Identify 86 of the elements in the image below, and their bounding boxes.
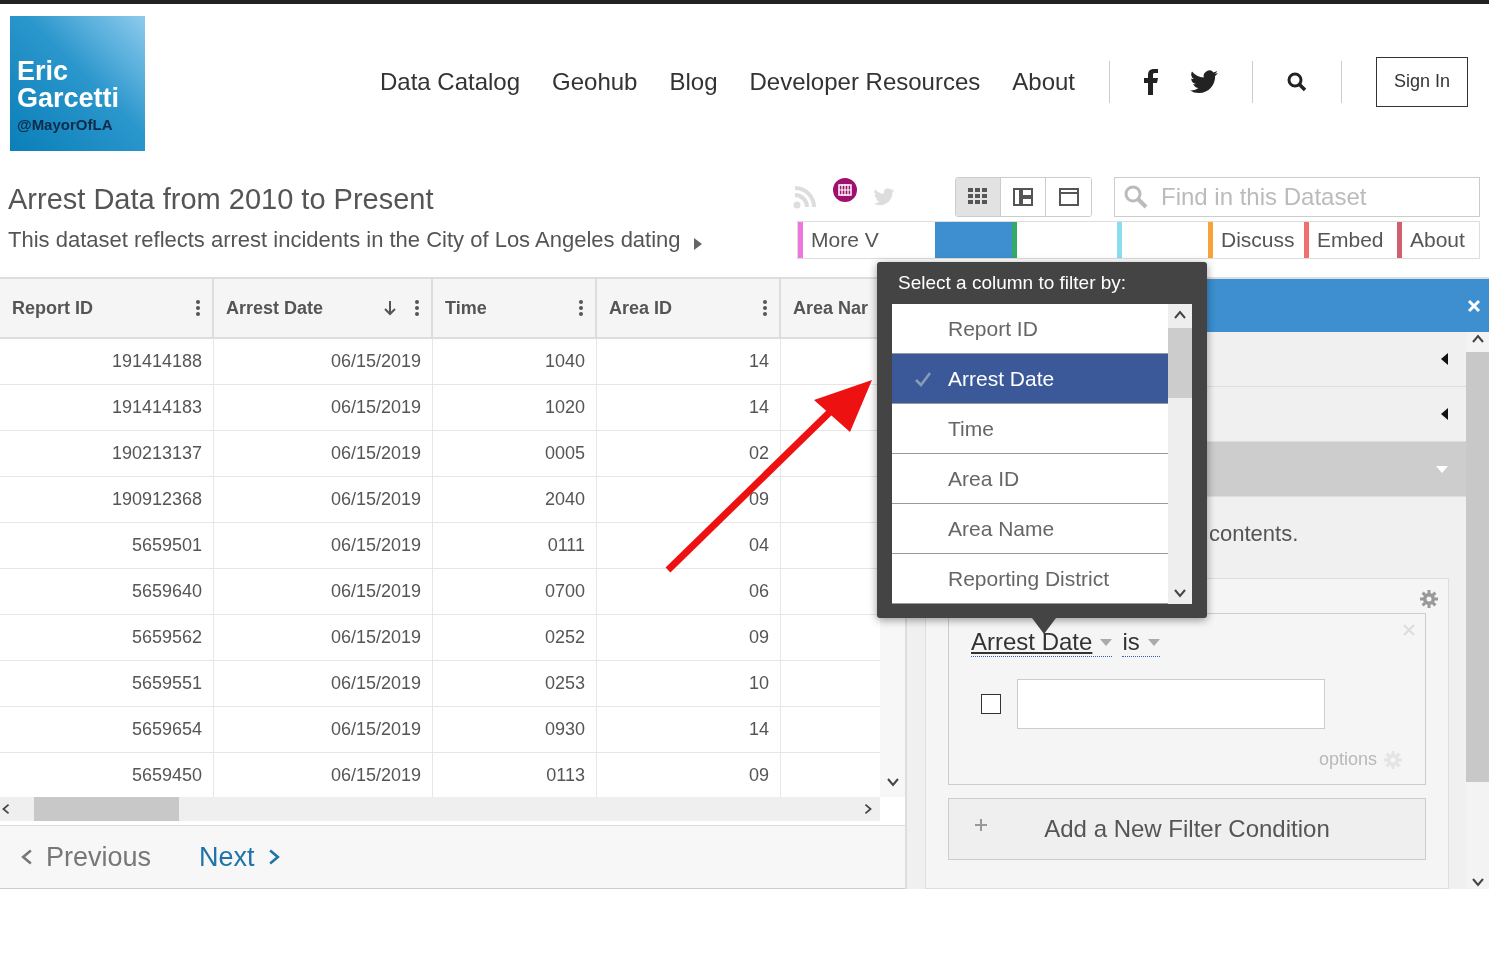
- table-cell: 06/15/2019: [214, 523, 433, 568]
- column-picker[interactable]: Arrest Date: [971, 628, 1113, 657]
- more-icon[interactable]: [415, 300, 419, 316]
- table-cell: 0005: [433, 431, 597, 476]
- column-header[interactable]: Arrest Date: [214, 279, 433, 337]
- table-cell: 04: [597, 523, 781, 568]
- table-cell: 0930: [433, 707, 597, 752]
- checkbox[interactable]: [981, 694, 1001, 714]
- table-cell: 09: [597, 477, 781, 522]
- operator-picker[interactable]: is: [1122, 628, 1160, 657]
- logo-text: Garcetti: [17, 84, 121, 112]
- search-field[interactable]: Find in this Dataset: [1114, 177, 1480, 217]
- nav-link[interactable]: Developer Resources: [749, 67, 981, 96]
- more-icon[interactable]: [579, 300, 583, 316]
- table-cell: 2040: [433, 477, 597, 522]
- table-cell: 06: [597, 569, 781, 614]
- column-header[interactable]: Time: [433, 279, 597, 337]
- bird-icon[interactable]: [1190, 69, 1218, 94]
- table-cell: 06/15/2019: [214, 707, 433, 752]
- table-cell: 1040: [433, 339, 597, 384]
- table-cell: 06/15/2019: [214, 477, 433, 522]
- scrollbar-thumb[interactable]: [1466, 352, 1489, 782]
- table-cell: 5659654: [0, 707, 214, 752]
- table-cell: 06/15/2019: [214, 569, 433, 614]
- search-icon: [1124, 185, 1148, 209]
- table-cell: 06/15/2019: [214, 385, 433, 430]
- table-cell: 0111: [433, 523, 597, 568]
- scroll-left-icon: [0, 803, 12, 815]
- gear-icon: [1419, 589, 1439, 609]
- dropdown-icon: [1100, 638, 1113, 646]
- dataset-title: Arrest Data from 2010 to Present: [8, 183, 435, 216]
- table-cell: 191414183: [0, 385, 214, 430]
- grid-view-icon[interactable]: [956, 178, 1001, 216]
- previous-link[interactable]: Previous: [18, 841, 152, 873]
- table-cell: 0252: [433, 615, 597, 660]
- plus-icon: [975, 819, 987, 831]
- panel-note: contents.: [1209, 521, 1299, 546]
- popup-title: Select a column to filter by:: [897, 271, 1128, 295]
- nav-link[interactable]: Data Catalog: [379, 67, 521, 96]
- more-icon[interactable]: [763, 300, 767, 316]
- table-cell: 06/15/2019: [214, 615, 433, 660]
- table-cell: 10: [597, 661, 781, 706]
- table-cell: 02: [597, 431, 781, 476]
- search-icon[interactable]: [1287, 71, 1307, 92]
- scroll-right-icon: [862, 803, 874, 815]
- nav-link[interactable]: Geohub: [552, 67, 638, 96]
- table-cell: 09: [597, 615, 781, 660]
- sign-in-button[interactable]: Sign In: [1376, 56, 1468, 107]
- more-icon[interactable]: [196, 300, 200, 316]
- column-option[interactable]: Arrest Date: [892, 354, 1168, 404]
- nav-link[interactable]: Blog: [669, 67, 718, 96]
- calendar-badge-icon[interactable]: [831, 176, 859, 204]
- table-cell: 5659501: [0, 523, 214, 568]
- table-cell: 5659562: [0, 615, 214, 660]
- caret-icon: [1441, 353, 1448, 365]
- logo-handle: @MayorOfLA: [17, 115, 114, 133]
- dataset-description: This dataset reflects arrest incidents in the City of Los Angeles dating: [8, 226, 682, 254]
- table-cell: 06/15/2019: [214, 661, 433, 706]
- table-cell: 190213137: [0, 431, 214, 476]
- facebook-icon[interactable]: [1144, 68, 1158, 95]
- check-icon: [914, 371, 932, 387]
- nav-link[interactable]: About: [1012, 67, 1075, 96]
- value-field[interactable]: [1017, 679, 1325, 729]
- table-cell: 5659640: [0, 569, 214, 614]
- column-header[interactable]: Area ID: [597, 279, 781, 337]
- column-header[interactable]: Report ID: [0, 279, 214, 337]
- table-cell: 191414188: [0, 339, 214, 384]
- add-condition-button[interactable]: Add a New Filter Condition: [948, 798, 1426, 860]
- table-cell: 190912368: [0, 477, 214, 522]
- caret-icon: [1436, 465, 1448, 473]
- logo-text: Eric: [17, 57, 70, 85]
- expand-caret-icon[interactable]: [694, 238, 702, 250]
- next-link[interactable]: Next: [199, 841, 283, 873]
- table-cell: 14: [597, 707, 781, 752]
- table-cell: 14: [597, 385, 781, 430]
- table-cell: 0253: [433, 661, 597, 706]
- table-cell: 06/15/2019: [214, 431, 433, 476]
- caret-icon: [1441, 408, 1448, 420]
- table-cell: 1020: [433, 385, 597, 430]
- table-cell: 14: [597, 339, 781, 384]
- table-cell: 0700: [433, 569, 597, 614]
- table-cell: 5659551: [0, 661, 214, 706]
- scrollbar-thumb[interactable]: [34, 797, 179, 821]
- scrollbar-thumb[interactable]: [1168, 328, 1192, 398]
- dropdown-icon: [1147, 638, 1160, 646]
- table-cell: 06/15/2019: [214, 339, 433, 384]
